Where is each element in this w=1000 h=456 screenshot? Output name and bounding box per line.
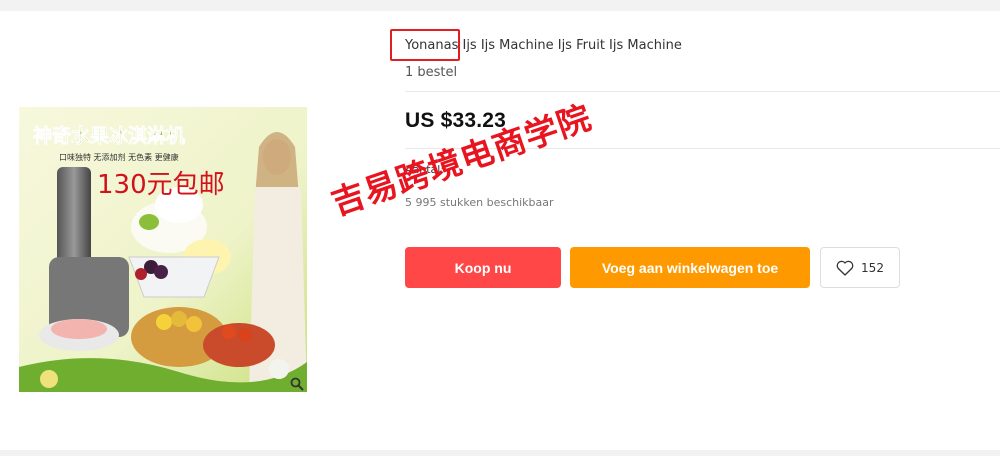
image-banner-text: 神奇水果冰淇淋机 <box>33 124 185 147</box>
image-promo-text: 130元包邮 <box>97 170 225 200</box>
divider <box>405 91 1000 92</box>
stock-availability: 5 995 stukken beschikbaar <box>405 196 554 209</box>
add-to-cart-button[interactable]: Voeg aan winkelwagen toe <box>570 247 810 288</box>
bottom-divider-bar <box>0 450 1000 456</box>
top-divider-bar <box>0 0 1000 11</box>
orders-count: 1 bestel <box>405 65 458 80</box>
wishlist-button[interactable]: 152 <box>820 247 900 288</box>
image-subtitle-text: 口味独特 无添加剂 无色素 更健康 <box>59 152 179 162</box>
product-photo-illustration: 神奇水果冰淇淋机 口味独特 无添加剂 无色素 更健康 130元包邮 <box>19 107 307 392</box>
buy-now-button[interactable]: Koop nu <box>405 247 561 288</box>
heart-icon <box>836 260 854 276</box>
magnifier-icon[interactable] <box>290 377 304 391</box>
product-image[interactable]: 神奇水果冰淇淋机 口味独特 无添加剂 无色素 更健康 130元包邮 <box>19 107 307 392</box>
title-highlight-box <box>390 29 460 61</box>
wishlist-count: 152 <box>861 260 884 275</box>
